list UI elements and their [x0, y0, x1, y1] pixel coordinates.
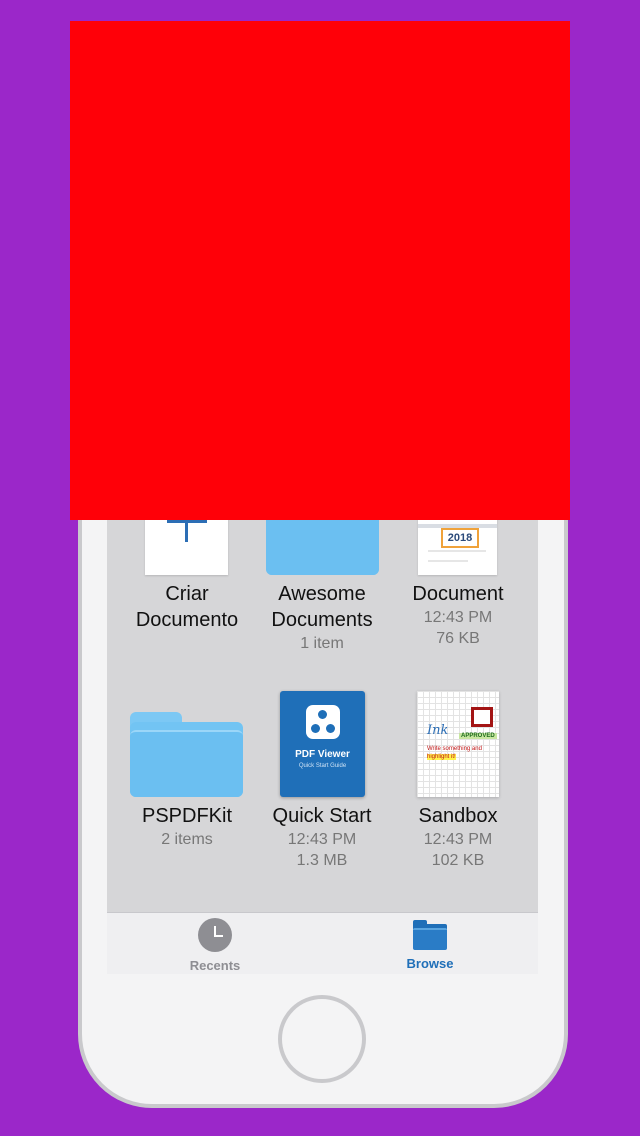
create-document-item[interactable]: Criar Documento: [119, 581, 255, 633]
item-count: 1 item: [300, 635, 344, 652]
item-size: 1.3 MB: [296, 852, 348, 869]
tab-browse[interactable]: Browse: [395, 918, 465, 971]
awesome-documents-item[interactable]: Awesome Documents 1 item: [254, 581, 390, 654]
item-name: Awesome: [278, 583, 366, 605]
document-item[interactable]: Document 12:43 PM 76 KB: [390, 581, 526, 649]
tab-browse-label: Browse: [406, 956, 454, 971]
pspdfkit-item[interactable]: PSPDFKit 2 items: [119, 803, 255, 850]
item-time: 12:43 PM: [423, 609, 493, 626]
item-size: 102 KB: [431, 852, 485, 869]
clock-icon: [198, 918, 232, 952]
thumbnail-approved-stamp: APPROVED: [459, 733, 497, 739]
item-name: PSPDFKit: [141, 805, 233, 827]
tab-recents-label: Recents: [189, 958, 241, 973]
thumbnail-title: PDF Viewer: [295, 749, 350, 760]
thumbnail-ink: Ink: [427, 723, 449, 738]
item-time: 12:43 PM: [287, 831, 357, 848]
tab-bar: [107, 912, 538, 974]
red-overlay: [70, 21, 570, 520]
item-time: 12:43 PM: [423, 831, 493, 848]
item-size: 76 KB: [436, 630, 480, 647]
pdf-viewer-logo-icon: [306, 705, 340, 739]
item-name: Sandbox: [418, 805, 498, 827]
thumbnail-year-label: 2018: [441, 528, 479, 548]
thumbnail-subtitle: Quick Start Guide: [298, 763, 347, 769]
item-name: Documents: [271, 609, 373, 631]
folder-icon[interactable]: [130, 712, 243, 797]
item-name: Document: [412, 583, 504, 605]
sandbox-thumbnail[interactable]: Ink APPROVED Write something and highlig…: [417, 691, 499, 797]
quick-start-thumbnail[interactable]: PDF Viewer Quick Start Guide: [280, 691, 365, 797]
item-name: Quick Start: [272, 805, 372, 827]
thumbnail-text: Write something and: [427, 746, 482, 752]
item-name: Documento: [135, 609, 239, 631]
home-button[interactable]: [278, 995, 366, 1083]
thumbnail-highlight: highlight it!: [427, 754, 456, 760]
item-count: 2 items: [161, 831, 213, 848]
item-name: Criar: [165, 583, 209, 605]
sandbox-item[interactable]: Sandbox 12:43 PM 102 KB: [390, 803, 526, 871]
quick-start-item[interactable]: Quick Start 12:43 PM 1.3 MB: [254, 803, 390, 871]
tab-recents[interactable]: Recents: [180, 918, 250, 973]
folder-icon: [413, 920, 447, 950]
